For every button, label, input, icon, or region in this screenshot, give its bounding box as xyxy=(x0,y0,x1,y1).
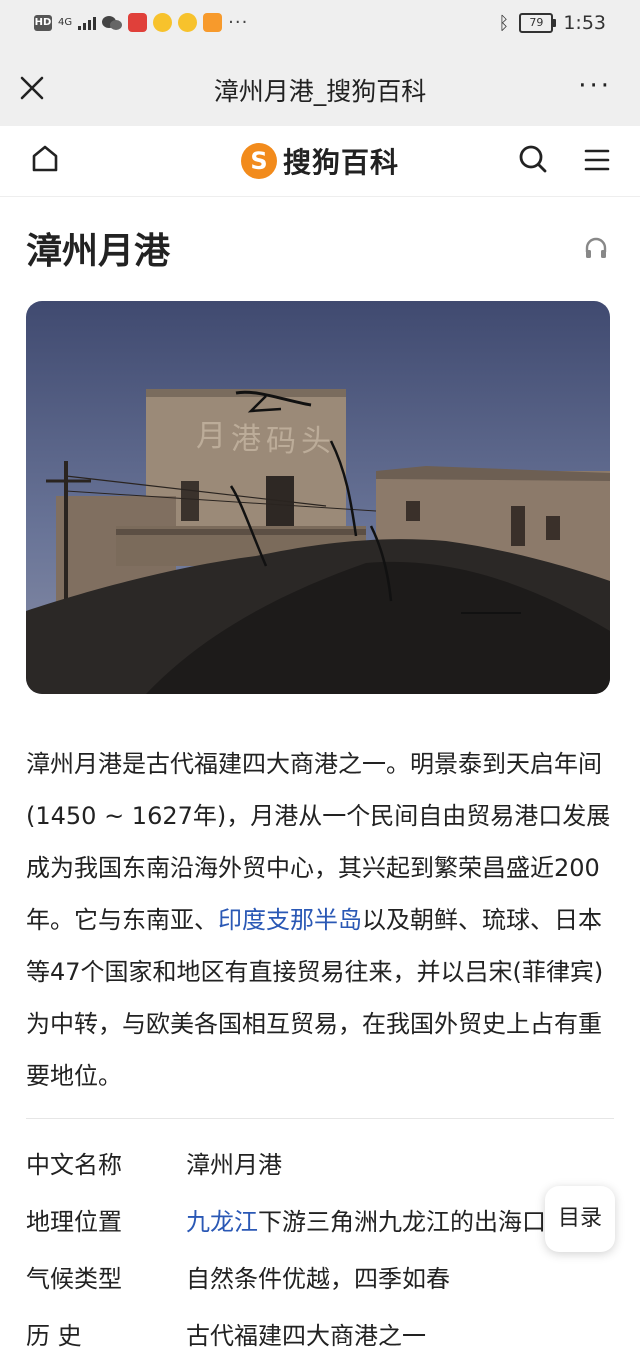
wechat-icon xyxy=(102,15,123,30)
weibo-icon xyxy=(153,13,173,32)
weibo-icon-2 xyxy=(178,13,198,32)
harbor-building-image: 月港码头 xyxy=(26,301,610,694)
window-title: 漳州月港_搜狗百科 xyxy=(213,77,427,106)
app-icon-red xyxy=(128,13,148,32)
page-title: 漳州月港 xyxy=(26,231,171,272)
info-row-history: 历 史 古代福建四大商港之一 xyxy=(26,1311,614,1368)
info-value: 自然条件优越，四季如春 xyxy=(186,1265,450,1293)
svg-text:码: 码 xyxy=(266,424,296,459)
info-value: 古代福建四大商港之一 xyxy=(186,1322,426,1350)
link-jiulong-river[interactable]: 九龙江 xyxy=(186,1208,258,1236)
article-photo[interactable]: 月港码头 xyxy=(26,301,610,694)
menu-icon[interactable] xyxy=(584,147,610,173)
info-key: 气候类型 xyxy=(26,1265,122,1293)
network-label: 4G xyxy=(58,16,73,28)
signal-icon xyxy=(78,16,97,30)
hd-icon: HD xyxy=(34,14,52,31)
svg-text:月: 月 xyxy=(196,419,226,454)
more-notifications-icon: ··· xyxy=(228,12,249,33)
info-row-name: 中文名称 漳州月港 xyxy=(26,1140,614,1197)
home-icon[interactable] xyxy=(30,143,60,173)
basic-info-table: 中文名称 漳州月港 地理位置 九龙江下游三角洲九龙江的出海口 气候类型 自然条件… xyxy=(26,1140,614,1368)
info-row-climate: 气候类型 自然条件优越，四季如春 xyxy=(26,1254,614,1311)
battery-icon: 79 xyxy=(519,13,557,33)
bluetooth-icon: ᛒ xyxy=(498,12,510,34)
more-options-icon[interactable]: ··· xyxy=(578,73,612,99)
headphones-icon[interactable] xyxy=(584,236,608,260)
video-app-icon xyxy=(203,13,223,32)
clock: 1:53 xyxy=(563,12,606,34)
svg-text:头: 头 xyxy=(301,424,331,459)
info-value-text: 下游三角洲九龙江的出海口 xyxy=(258,1208,546,1236)
status-bar: HD 4G ··· ᛒ 79 1:53 xyxy=(0,0,640,50)
divider xyxy=(26,1118,614,1119)
sogou-logo-mark: S xyxy=(241,143,277,179)
intro-paragraph: 漳州月港是古代福建四大商港之一。明景泰到天启年间(1450 ~ 1627年)，月… xyxy=(26,738,614,1102)
link-indochina[interactable]: 印度支那半岛 xyxy=(218,906,362,934)
svg-text:港: 港 xyxy=(231,422,261,457)
info-key: 地理位置 xyxy=(26,1208,122,1236)
toc-button[interactable]: 目录 xyxy=(545,1186,615,1252)
site-logo[interactable]: S 搜狗百科 xyxy=(241,141,399,181)
title-bar: 漳州月港_搜狗百科 ··· xyxy=(0,50,640,126)
site-name: 搜狗百科 xyxy=(283,146,400,179)
info-key: 中文名称 xyxy=(26,1151,122,1179)
site-header: S 搜狗百科 xyxy=(0,126,640,197)
info-key: 历 史 xyxy=(26,1322,82,1350)
info-row-location: 地理位置 九龙江下游三角洲九龙江的出海口 xyxy=(26,1197,614,1254)
search-icon[interactable] xyxy=(518,144,548,174)
